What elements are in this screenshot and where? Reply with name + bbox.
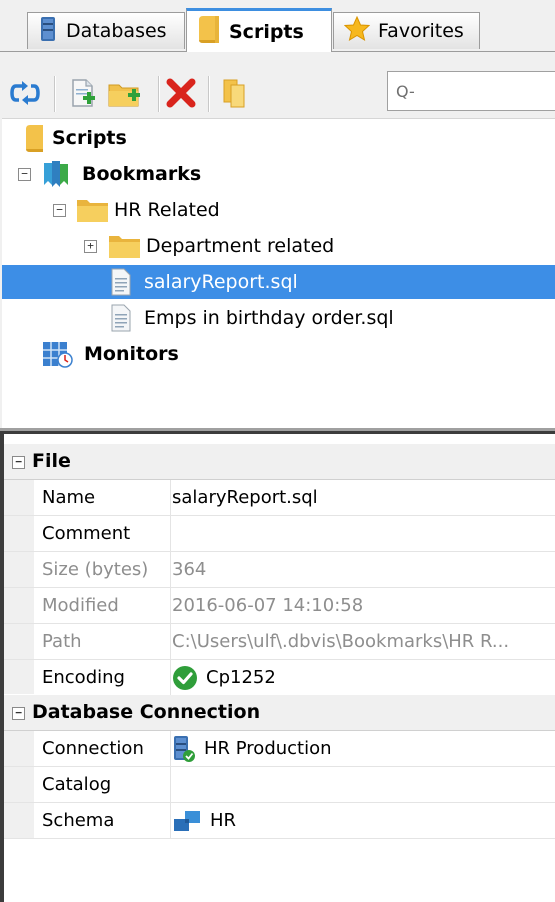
- property-size: Size (bytes) 364: [4, 552, 555, 588]
- property-divider: [170, 731, 171, 766]
- search-input[interactable]: Q-: [387, 71, 555, 111]
- tree-label: salaryReport.sql: [144, 271, 298, 293]
- property-divider: [170, 660, 171, 695]
- property-catalog[interactable]: Catalog: [4, 767, 555, 803]
- property-value-text: 364: [172, 559, 207, 580]
- property-key: Schema: [42, 810, 115, 831]
- tab-label: Scripts: [229, 20, 304, 43]
- tab-favorites[interactable]: Favorites: [333, 12, 480, 49]
- tree-node-salary-report[interactable]: salaryReport.sql: [2, 265, 555, 299]
- monitors-icon: [42, 341, 74, 374]
- property-value: 2016-06-07 14:10:58: [172, 588, 363, 623]
- property-divider: [170, 552, 171, 587]
- tree-label: Bookmarks: [82, 163, 202, 185]
- copy-icon: [222, 78, 248, 112]
- tree-node-hr-related[interactable]: − HR Related: [2, 193, 555, 227]
- section-title: File: [32, 450, 71, 472]
- database-icon: [38, 16, 58, 47]
- sql-file-icon: [110, 304, 132, 337]
- property-value[interactable]: HR Production: [172, 731, 332, 766]
- property-key: Comment: [42, 523, 131, 544]
- check-circle-icon: [172, 665, 198, 691]
- refresh-icon: [10, 81, 40, 109]
- collapse-icon[interactable]: −: [12, 707, 25, 720]
- tree-node-department-related[interactable]: + Department related: [2, 229, 555, 263]
- search-icon: Q-: [396, 81, 415, 101]
- property-schema[interactable]: Schema HR: [4, 803, 555, 839]
- expand-icon[interactable]: +: [84, 240, 97, 253]
- property-key: Connection: [42, 738, 144, 759]
- schema-icon: [172, 809, 202, 833]
- scripts-tree: Scripts − Bookmarks − HR Related + Depar…: [2, 118, 555, 431]
- tree-label: Emps in birthday order.sql: [144, 307, 394, 329]
- tree-node-emps-birthday[interactable]: Emps in birthday order.sql: [2, 301, 555, 335]
- tree-label: Monitors: [84, 343, 179, 365]
- property-value-text: HR Production: [204, 738, 332, 759]
- property-divider: [170, 588, 171, 623]
- toolbar-separator: [54, 76, 56, 112]
- tree-node-monitors[interactable]: Monitors: [2, 337, 555, 371]
- section-file[interactable]: − File: [4, 444, 555, 480]
- section-database-connection[interactable]: − Database Connection: [4, 695, 555, 731]
- tree-label: HR Related: [114, 199, 220, 221]
- property-encoding[interactable]: Encoding Cp1252: [4, 660, 555, 696]
- tree-node-scripts[interactable]: Scripts: [2, 121, 555, 155]
- property-divider: [170, 803, 171, 838]
- tab-scripts[interactable]: Scripts: [186, 8, 332, 52]
- property-path: Path C:\Users\ulf\.dbvis\Bookmarks\HR R.…: [4, 624, 555, 660]
- section-title: Database Connection: [32, 701, 261, 723]
- toolbar-separator: [208, 76, 210, 112]
- sql-file-icon: [110, 268, 132, 301]
- property-comment[interactable]: Comment: [4, 516, 555, 552]
- scripts-folder-icon: [197, 14, 221, 49]
- tree-node-bookmarks[interactable]: − Bookmarks: [2, 157, 555, 191]
- collapse-icon[interactable]: −: [18, 168, 31, 181]
- toolbar-separator: [158, 76, 160, 112]
- collapse-icon[interactable]: −: [12, 456, 25, 469]
- property-value-text: C:\Users\ulf\.dbvis\Bookmarks\HR R...: [172, 631, 510, 652]
- folder-icon: [76, 197, 110, 228]
- property-key: Size (bytes): [42, 559, 149, 580]
- delete-icon: [166, 78, 196, 112]
- property-value[interactable]: Cp1252: [172, 660, 276, 695]
- property-key: Encoding: [42, 667, 125, 688]
- tab-label: Favorites: [378, 20, 464, 42]
- folder-icon: [108, 233, 142, 264]
- property-value: 364: [172, 552, 206, 587]
- property-value[interactable]: HR: [172, 803, 236, 838]
- new-folder-icon: [108, 79, 142, 111]
- property-divider: [170, 767, 171, 802]
- new-folder-button[interactable]: [108, 78, 142, 112]
- tab-databases[interactable]: Databases: [27, 12, 185, 49]
- property-modified: Modified 2016-06-07 14:10:58: [4, 588, 555, 624]
- property-value-text: salaryReport.sql: [172, 487, 318, 508]
- delete-button[interactable]: [164, 78, 198, 112]
- property-key: Modified: [42, 595, 119, 616]
- collapse-icon[interactable]: −: [53, 204, 66, 217]
- property-value-text: HR: [210, 810, 237, 831]
- star-icon: [343, 15, 371, 47]
- tree-label: Scripts: [52, 127, 127, 149]
- property-key: Path: [42, 631, 82, 652]
- property-key: Name: [42, 487, 96, 508]
- tab-label: Databases: [66, 20, 167, 42]
- copy-button[interactable]: [218, 78, 252, 112]
- property-divider: [170, 624, 171, 659]
- property-value-text: Cp1252: [206, 667, 276, 688]
- tree-label: Department related: [146, 235, 335, 257]
- property-divider: [170, 516, 171, 551]
- property-divider: [170, 480, 171, 515]
- property-value: C:\Users\ulf\.dbvis\Bookmarks\HR R...: [172, 624, 509, 659]
- connection-icon: [172, 735, 196, 763]
- property-value[interactable]: salaryReport.sql: [172, 480, 318, 515]
- property-connection[interactable]: Connection HR Production: [4, 731, 555, 767]
- new-file-icon: [70, 78, 96, 112]
- property-value-text: 2016-06-07 14:10:58: [172, 595, 364, 616]
- refresh-button[interactable]: [8, 78, 42, 112]
- scripts-folder-icon: [24, 123, 46, 158]
- bookmarks-icon: [40, 159, 72, 194]
- property-key: Catalog: [42, 774, 112, 795]
- new-script-button[interactable]: [66, 78, 100, 112]
- property-name[interactable]: Name salaryReport.sql: [4, 480, 555, 516]
